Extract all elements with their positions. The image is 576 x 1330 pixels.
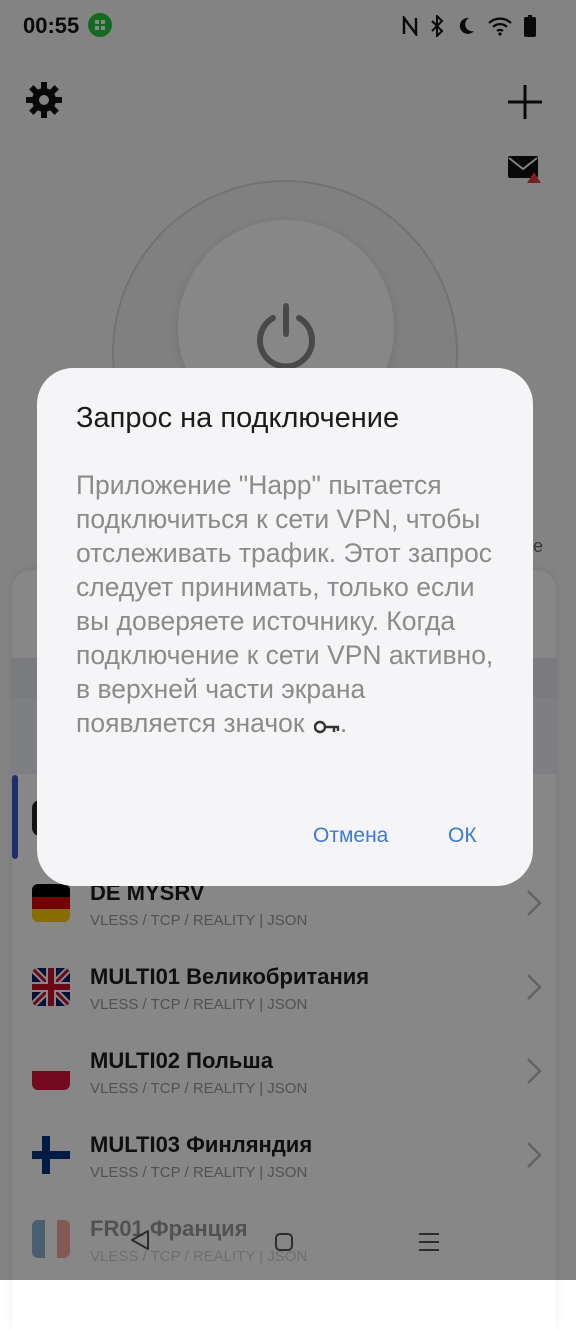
dialog-message: Приложение "Happ" пытается подключиться … (76, 468, 496, 742)
dialog-message-text: Приложение "Happ" пытается подключиться … (76, 470, 494, 738)
vpn-request-dialog: Запрос на подключение Приложение "Happ" … (37, 368, 533, 886)
dialog-title: Запрос на подключение (76, 402, 400, 434)
cancel-button[interactable]: Отмена (313, 824, 388, 848)
dialog-message-end: . (339, 708, 348, 738)
key-icon (313, 708, 340, 742)
ok-button[interactable]: ОК (448, 824, 477, 848)
